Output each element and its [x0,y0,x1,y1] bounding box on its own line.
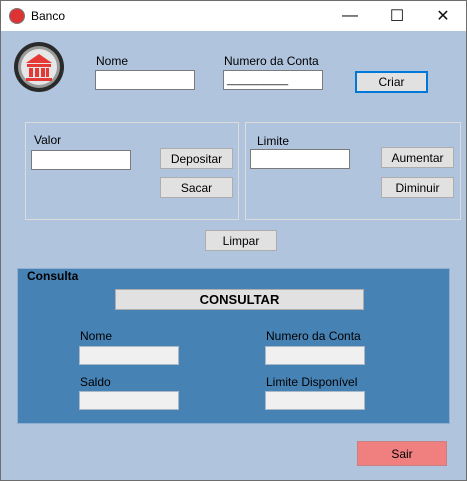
consulta-nome-field [79,346,179,365]
sair-button[interactable]: Sair [357,441,447,466]
consultar-button[interactable]: CONSULTAR [115,289,364,310]
numero-conta-input[interactable]: __________ [223,70,323,90]
sacar-button[interactable]: Sacar [160,177,233,198]
maximize-button[interactable]: ☐ [374,1,420,31]
consulta-numero-field [265,346,365,365]
diminuir-button[interactable]: Diminuir [381,177,454,198]
nome-input[interactable] [95,70,195,90]
limpar-button[interactable]: Limpar [205,230,277,251]
numero-conta-label: Numero da Conta [224,54,319,68]
depositar-button[interactable]: Depositar [160,148,233,169]
minimize-button[interactable]: — [327,1,373,31]
consulta-nome-label: Nome [80,329,113,343]
limite-label: Limite [257,134,290,148]
consulta-saldo-field [79,391,179,410]
bank-app-icon [9,8,25,24]
consulta-limite-field [265,391,365,410]
limite-input[interactable] [250,149,350,169]
app-window: Banco — ☐ ✕ Nome Numero da Conta _______… [0,0,467,481]
consulta-limite-label: Limite Disponível [266,375,358,389]
criar-button[interactable]: Criar [355,71,428,93]
title-bar: Banco — ☐ ✕ [1,1,466,31]
nome-label: Nome [96,54,129,68]
aumentar-button[interactable]: Aumentar [381,147,454,168]
valor-input[interactable] [31,150,131,170]
window-title: Banco [31,9,66,23]
consulta-numero-label: Numero da Conta [266,329,361,343]
consulta-saldo-label: Saldo [80,375,111,389]
consulta-title: Consulta [25,269,81,283]
close-button[interactable]: ✕ [420,1,466,31]
valor-label: Valor [34,133,62,147]
bank-logo-icon [13,41,65,93]
